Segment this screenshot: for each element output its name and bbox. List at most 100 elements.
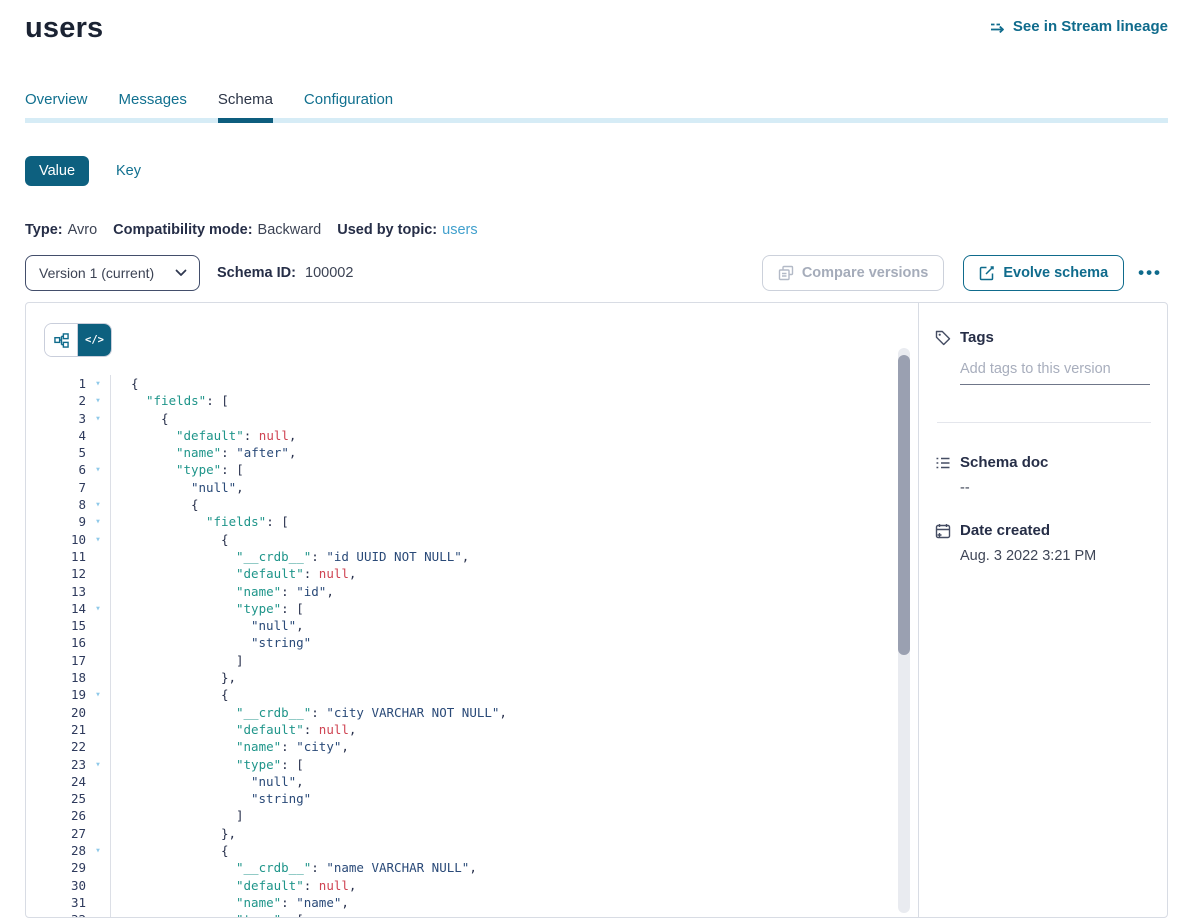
code-line: 7"null", xyxy=(44,479,918,496)
tab-overview[interactable]: Overview xyxy=(25,90,88,109)
fold-toggle-icon[interactable]: ▾ xyxy=(86,392,110,409)
tab-messages[interactable]: Messages xyxy=(119,90,187,109)
compare-versions-button[interactable]: Compare versions xyxy=(762,255,945,291)
schema-doc-header: Schema doc xyxy=(935,454,1151,471)
code-line: 11"__crdb__": "id UUID NOT NULL", xyxy=(44,548,918,565)
compare-versions-label: Compare versions xyxy=(802,265,929,281)
evolve-schema-icon xyxy=(979,265,995,281)
schema-editor: </> 1▾{2▾"fields": [3▾{4"default": null,… xyxy=(26,303,919,917)
version-select[interactable]: Version 1 (current) xyxy=(25,255,200,291)
line-number: 3 xyxy=(44,410,86,427)
fold-toggle-icon[interactable]: ▾ xyxy=(86,513,110,530)
code-line: 28▾{ xyxy=(44,842,918,859)
code-text: "default": null, xyxy=(110,427,918,444)
page-title: users xyxy=(25,10,103,46)
schema-panel: </> 1▾{2▾"fields": [3▾{4"default": null,… xyxy=(25,302,1168,918)
code-line: 13"name": "id", xyxy=(44,583,918,600)
code-line: 25"string" xyxy=(44,790,918,807)
fold-spacer xyxy=(86,738,110,755)
code-text: "default": null, xyxy=(110,721,918,738)
code-view-button[interactable]: </> xyxy=(78,324,111,356)
code-line: 9▾"fields": [ xyxy=(44,513,918,530)
add-tags-input[interactable] xyxy=(960,359,1150,385)
chevron-down-icon xyxy=(175,269,187,277)
key-toggle-link[interactable]: Key xyxy=(116,163,141,179)
compatibility-pair: Compatibility mode: Backward xyxy=(113,222,321,238)
fold-spacer xyxy=(86,704,110,721)
editor-scrollbar[interactable] xyxy=(898,348,910,913)
code-text: }, xyxy=(110,825,918,842)
tree-view-button[interactable] xyxy=(45,324,78,356)
tag-icon xyxy=(935,330,951,346)
topic-link[interactable]: users xyxy=(442,222,477,238)
code-line: 29"__crdb__": "name VARCHAR NULL", xyxy=(44,859,918,876)
line-number: 11 xyxy=(44,548,86,565)
more-actions-button[interactable]: ••• xyxy=(1132,263,1168,283)
code-line: 1▾{ xyxy=(44,375,918,392)
code-text: "__crdb__": "name VARCHAR NULL", xyxy=(110,859,918,876)
line-number: 27 xyxy=(44,825,86,842)
line-number: 1 xyxy=(44,375,86,392)
fold-toggle-icon[interactable]: ▾ xyxy=(86,375,110,392)
version-toolbar: Version 1 (current) Schema ID: 100002 Co… xyxy=(25,255,1168,291)
fold-toggle-icon[interactable]: ▾ xyxy=(86,410,110,427)
calendar-plus-icon xyxy=(935,523,951,539)
tags-section: Tags xyxy=(935,329,1151,385)
schema-doc-title: Schema doc xyxy=(960,454,1048,471)
code-text: "type": [ xyxy=(110,756,918,773)
fold-spacer xyxy=(86,894,110,911)
line-number: 31 xyxy=(44,894,86,911)
code-text: ] xyxy=(110,807,918,824)
fold-toggle-icon[interactable]: ▾ xyxy=(86,496,110,513)
fold-toggle-icon[interactable]: ▾ xyxy=(86,842,110,859)
code-line: 6▾"type": [ xyxy=(44,461,918,478)
code-line: 22"name": "city", xyxy=(44,738,918,755)
date-created-value: Aug. 3 2022 3:21 PM xyxy=(960,548,1151,564)
line-number: 20 xyxy=(44,704,86,721)
code-text: "type": [ xyxy=(110,600,918,617)
code-line: 30"default": null, xyxy=(44,877,918,894)
date-created-title: Date created xyxy=(960,522,1050,539)
code-line: 31"name": "name", xyxy=(44,894,918,911)
fold-spacer xyxy=(86,583,110,600)
fold-toggle-icon[interactable]: ▾ xyxy=(86,686,110,703)
code-line: 8▾{ xyxy=(44,496,918,513)
fold-spacer xyxy=(86,565,110,582)
value-key-toggle: Value Key xyxy=(25,156,1168,186)
scrollbar-thumb[interactable] xyxy=(898,355,910,655)
line-number: 25 xyxy=(44,790,86,807)
tab-configuration[interactable]: Configuration xyxy=(304,90,393,109)
line-number: 24 xyxy=(44,773,86,790)
line-number: 17 xyxy=(44,652,86,669)
code-line: 18}, xyxy=(44,669,918,686)
fold-toggle-icon[interactable]: ▾ xyxy=(86,911,110,917)
line-number: 19 xyxy=(44,686,86,703)
fold-spacer xyxy=(86,877,110,894)
page-header: users See in Stream lineage xyxy=(25,0,1168,46)
fold-toggle-icon[interactable]: ▾ xyxy=(86,600,110,617)
line-number: 2 xyxy=(44,392,86,409)
code-text: { xyxy=(110,496,918,513)
code-text: "string" xyxy=(110,634,918,651)
code-text: }, xyxy=(110,669,918,686)
schema-doc-section: Schema doc -- xyxy=(935,454,1151,496)
tab-schema[interactable]: Schema xyxy=(218,90,273,109)
fold-toggle-icon[interactable]: ▾ xyxy=(86,756,110,773)
value-toggle-button[interactable]: Value xyxy=(25,156,89,186)
line-number: 26 xyxy=(44,807,86,824)
evolve-schema-button[interactable]: Evolve schema xyxy=(963,255,1124,291)
fold-spacer xyxy=(86,807,110,824)
code-text: "name": "city", xyxy=(110,738,918,755)
fold-spacer xyxy=(86,634,110,651)
line-number: 32 xyxy=(44,911,86,917)
fold-spacer xyxy=(86,669,110,686)
fold-spacer xyxy=(86,479,110,496)
type-pair: Type: Avro xyxy=(25,222,97,238)
line-number: 16 xyxy=(44,634,86,651)
stream-lineage-link[interactable]: See in Stream lineage xyxy=(990,18,1168,35)
code-line: 17] xyxy=(44,652,918,669)
fold-toggle-icon[interactable]: ▾ xyxy=(86,461,110,478)
fold-toggle-icon[interactable]: ▾ xyxy=(86,531,110,548)
tab-bar: Overview Messages Schema Configuration xyxy=(25,90,1168,123)
code-text: { xyxy=(110,375,918,392)
